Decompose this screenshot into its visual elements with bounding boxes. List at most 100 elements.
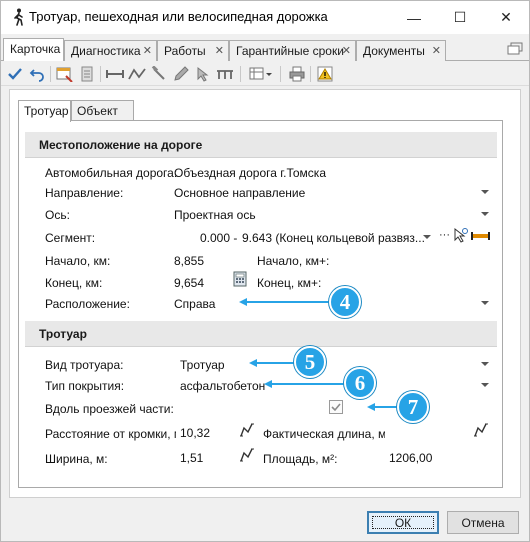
tab-card[interactable]: Карточка xyxy=(3,38,64,61)
kind-value: Тротуар xyxy=(180,358,225,372)
distance-value: 10,32 xyxy=(180,426,211,440)
callout-5: 5 xyxy=(294,346,326,378)
chevron-down-icon xyxy=(481,190,489,194)
pick-on-map-icon[interactable] xyxy=(453,227,469,245)
apply-check-icon[interactable] xyxy=(6,65,24,83)
start-kmplus-label: Начало, км+: xyxy=(257,254,330,268)
road-label: Автомобильная дорога: xyxy=(45,166,178,180)
bridge-icon[interactable] xyxy=(216,65,234,83)
cancel-button-label: Отмена xyxy=(461,515,505,530)
direction-dropdown[interactable]: Основное направление xyxy=(170,182,492,202)
callout-6: 6 xyxy=(344,367,376,399)
area-input[interactable]: 1206,00 xyxy=(385,447,491,467)
tab-close-icon[interactable]: ✕ xyxy=(143,44,152,57)
segment-start: 0.000 - xyxy=(200,231,238,245)
segment-label: Сегмент: xyxy=(45,231,96,245)
segment-dropdown[interactable]: 0.000 - 9.643 (Конец кольцевой развяз... xyxy=(170,227,436,247)
along-roadway-checkbox[interactable] xyxy=(329,400,343,414)
callout-7: 7 xyxy=(397,391,429,423)
actual-length-input[interactable] xyxy=(385,422,469,442)
surface-label: Тип покрытия: xyxy=(45,379,125,393)
end-km-value: 9,654 xyxy=(174,276,205,290)
chevron-down-icon xyxy=(481,362,489,366)
cancel-button[interactable]: Отмена xyxy=(447,511,519,534)
kind-label: Вид тротуара: xyxy=(45,358,124,372)
close-button[interactable]: ✕ xyxy=(483,1,529,34)
restore-layout-icon[interactable] xyxy=(507,42,523,56)
width-value: 1,51 xyxy=(180,451,204,465)
sidewalk-section-heading: Тротуар xyxy=(25,321,497,347)
chevron-down-icon xyxy=(481,383,489,387)
tab-close-icon[interactable]: ✕ xyxy=(432,44,441,57)
along-roadway-label: Вдоль проезжей части: xyxy=(45,402,174,416)
check-icon xyxy=(331,403,341,412)
undo-icon[interactable] xyxy=(28,65,46,83)
tab-documents[interactable]: Документы ✕ xyxy=(356,40,446,61)
chevron-down-icon xyxy=(481,212,489,216)
tab-label: Работы xyxy=(164,44,206,58)
tab-sidewalk[interactable]: Тротуар xyxy=(18,100,71,122)
position-value: Справа xyxy=(174,297,216,311)
segment-marker-icon[interactable] xyxy=(471,230,491,242)
callout-7-arrow xyxy=(374,406,399,408)
width-input[interactable]: 1,51 xyxy=(176,447,234,467)
tab-works[interactable]: Работы ✕ xyxy=(157,40,229,61)
segment-value: 9.643 (Конец кольцевой развяз... xyxy=(242,231,425,245)
pedestrian-icon xyxy=(14,8,23,26)
segment-browse-button[interactable]: ··· xyxy=(439,229,450,241)
polyline-icon[interactable] xyxy=(128,65,146,83)
select-arrow-icon[interactable] xyxy=(194,65,212,83)
location-section-heading: Местоположение на дороге xyxy=(25,132,497,158)
measure-segment-icon[interactable] xyxy=(106,65,124,83)
callout-4: 4 xyxy=(329,286,361,318)
window-title: Тротуар, пешеходная или велосипедная дор… xyxy=(29,9,328,24)
hammer-icon[interactable] xyxy=(150,65,168,83)
tab-object[interactable]: Объект xyxy=(71,100,134,121)
kind-dropdown[interactable]: Тротуар xyxy=(176,354,492,374)
callout-4-arrow xyxy=(246,301,331,303)
table-edit-icon[interactable] xyxy=(56,65,74,83)
direction-value: Основное направление xyxy=(174,186,306,200)
tab-label: Документы xyxy=(363,44,425,58)
axis-dropdown[interactable]: Проектная ось xyxy=(170,204,492,224)
end-km-input[interactable]: 9,654 xyxy=(170,272,228,292)
document-icon[interactable] xyxy=(78,65,96,83)
calculator-icon[interactable] xyxy=(233,271,247,287)
dialog-window: Тротуар, пешеходная или велосипедная дор… xyxy=(0,0,530,542)
chevron-down-icon xyxy=(481,301,489,305)
width-label: Ширина, м: xyxy=(45,452,108,466)
warning-icon[interactable] xyxy=(316,65,334,83)
axis-value: Проектная ось xyxy=(174,208,256,222)
tab-warranty[interactable]: Гарантийные сроки ✕ xyxy=(229,40,356,61)
document-tabs: Карточка Диагностика ✕ Работы ✕ Гарантий… xyxy=(1,38,529,61)
start-km-input[interactable]: 8,855 xyxy=(170,250,248,270)
tab-diagnostics[interactable]: Диагностика ✕ xyxy=(64,40,157,61)
callout-6-arrow xyxy=(271,383,346,385)
surface-value: асфальтобетон xyxy=(180,379,266,393)
area-value: 1206,00 xyxy=(389,451,433,465)
end-kmplus-label: Конец, км+: xyxy=(257,276,322,290)
distance-input[interactable]: 10,32 xyxy=(176,422,234,442)
measure-line-icon[interactable] xyxy=(473,422,489,438)
tab-close-icon[interactable]: ✕ xyxy=(215,44,224,57)
measure-line-icon[interactable] xyxy=(239,422,255,438)
view-menu-icon[interactable] xyxy=(248,65,274,83)
minimize-button[interactable]: — xyxy=(391,1,437,34)
area-label: Площадь, м²: xyxy=(263,452,338,466)
title-bar: Тротуар, пешеходная или велосипедная дор… xyxy=(1,1,529,34)
toolbar xyxy=(1,62,529,86)
tab-label: Гарантийные сроки xyxy=(236,44,344,58)
maximize-button[interactable]: ☐ xyxy=(437,1,483,34)
callout-5-arrow xyxy=(256,362,296,364)
print-icon[interactable] xyxy=(288,65,306,83)
tab-close-icon[interactable]: ✕ xyxy=(342,44,351,57)
surface-dropdown[interactable]: асфальтобетон xyxy=(176,375,492,395)
start-km-label: Начало, км: xyxy=(45,254,111,268)
measure-line-icon[interactable] xyxy=(239,447,255,463)
position-label: Расположение: xyxy=(45,297,130,311)
pencil-icon[interactable] xyxy=(172,65,190,83)
end-km-label: Конец, км: xyxy=(45,276,103,290)
start-km-value: 8,855 xyxy=(174,254,205,268)
start-kmplus-input[interactable] xyxy=(329,250,491,270)
ok-button[interactable]: ОК xyxy=(367,511,439,534)
